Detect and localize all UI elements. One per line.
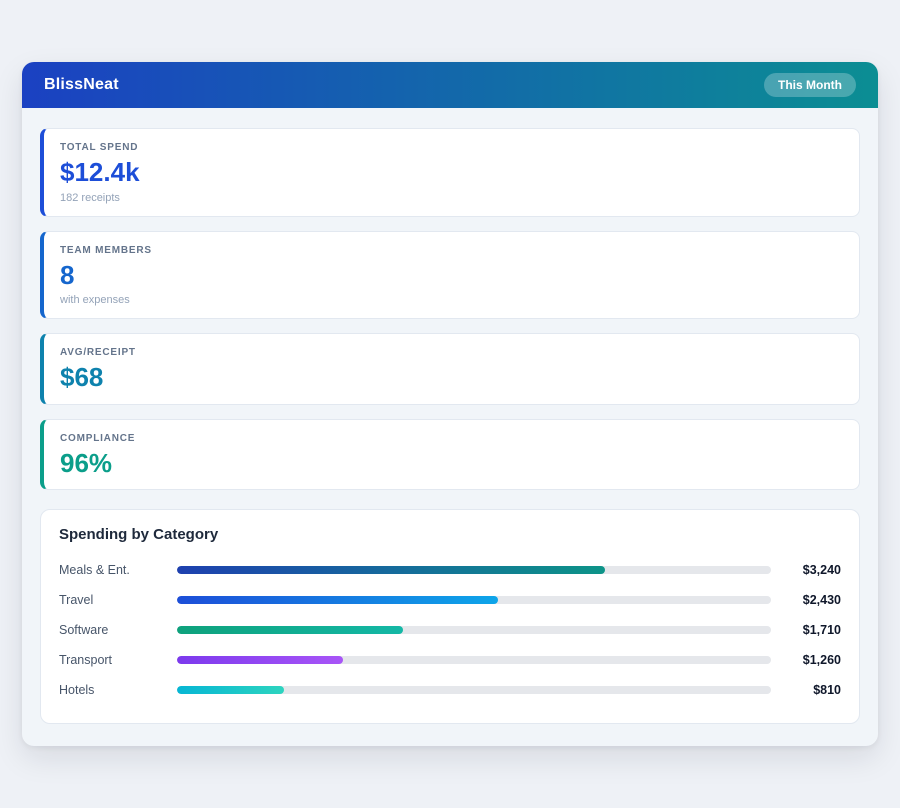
bar-track bbox=[177, 656, 771, 664]
bar-fill bbox=[177, 686, 284, 694]
stat-value-avg-receipt: $68 bbox=[60, 363, 843, 392]
stat-card-total-spend: TOTAL SPEND $12.4k 182 receipts bbox=[40, 128, 860, 217]
dashboard-body: TOTAL SPEND $12.4k 182 receipts TEAM MEM… bbox=[22, 108, 878, 746]
stat-sub-team-members: with expenses bbox=[60, 294, 843, 306]
category-label: Software bbox=[59, 623, 177, 637]
category-amount: $1,260 bbox=[771, 653, 841, 667]
spend-row-transport: Transport $1,260 bbox=[59, 645, 841, 675]
bar-fill bbox=[177, 566, 605, 574]
bar-track bbox=[177, 596, 771, 604]
stat-card-avg-receipt: AVG/RECEIPT $68 bbox=[40, 333, 860, 405]
stat-card-compliance: COMPLIANCE 96% bbox=[40, 419, 860, 491]
spend-row-travel: Travel $2,430 bbox=[59, 585, 841, 615]
stat-label-total-spend: TOTAL SPEND bbox=[60, 142, 843, 153]
stat-sub-total-spend: 182 receipts bbox=[60, 192, 843, 204]
bar-fill bbox=[177, 656, 343, 664]
stat-value-team-members: 8 bbox=[60, 261, 843, 290]
category-amount: $1,710 bbox=[771, 623, 841, 637]
bar-fill bbox=[177, 596, 498, 604]
category-label: Travel bbox=[59, 593, 177, 607]
spend-row-meals: Meals & Ent. $3,240 bbox=[59, 555, 841, 585]
bar-track bbox=[177, 626, 771, 634]
stat-label-avg-receipt: AVG/RECEIPT bbox=[60, 347, 843, 358]
stat-value-compliance: 96% bbox=[60, 449, 843, 478]
spending-card-title: Spending by Category bbox=[59, 526, 841, 543]
category-amount: $2,430 bbox=[771, 593, 841, 607]
bar-fill bbox=[177, 626, 403, 634]
spend-row-software: Software $1,710 bbox=[59, 615, 841, 645]
stat-value-total-spend: $12.4k bbox=[60, 158, 843, 187]
category-label: Hotels bbox=[59, 683, 177, 697]
bar-track bbox=[177, 686, 771, 694]
category-label: Meals & Ent. bbox=[59, 563, 177, 577]
stat-label-compliance: COMPLIANCE bbox=[60, 433, 843, 444]
app-header: BlissNeat This Month bbox=[22, 62, 878, 108]
category-label: Transport bbox=[59, 653, 177, 667]
spending-by-category-card: Spending by Category Meals & Ent. $3,240… bbox=[40, 509, 860, 724]
stat-card-team-members: TEAM MEMBERS 8 with expenses bbox=[40, 231, 860, 320]
dashboard-card: BlissNeat This Month TOTAL SPEND $12.4k … bbox=[22, 62, 878, 746]
category-amount: $3,240 bbox=[771, 563, 841, 577]
spend-row-hotels: Hotels $810 bbox=[59, 675, 841, 705]
period-badge[interactable]: This Month bbox=[764, 73, 856, 97]
app-title: BlissNeat bbox=[44, 76, 119, 94]
stat-label-team-members: TEAM MEMBERS bbox=[60, 245, 843, 256]
bar-track bbox=[177, 566, 771, 574]
category-amount: $810 bbox=[771, 683, 841, 697]
